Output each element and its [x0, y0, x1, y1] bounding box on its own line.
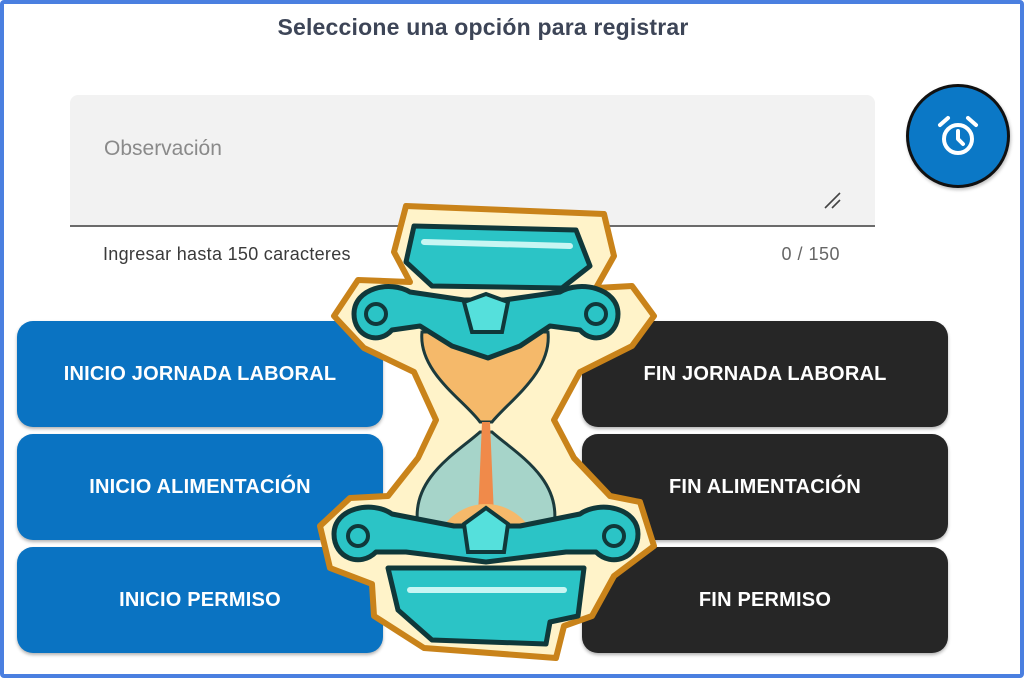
alarm-button[interactable]	[906, 84, 1010, 188]
hourglass-icon	[317, 203, 657, 661]
character-counter: 0 / 150	[781, 244, 840, 264]
page-title: Seleccione una opción para registrar	[277, 14, 689, 40]
alarm-clock-icon	[938, 116, 978, 155]
resize-grip-icon[interactable]	[823, 191, 841, 209]
